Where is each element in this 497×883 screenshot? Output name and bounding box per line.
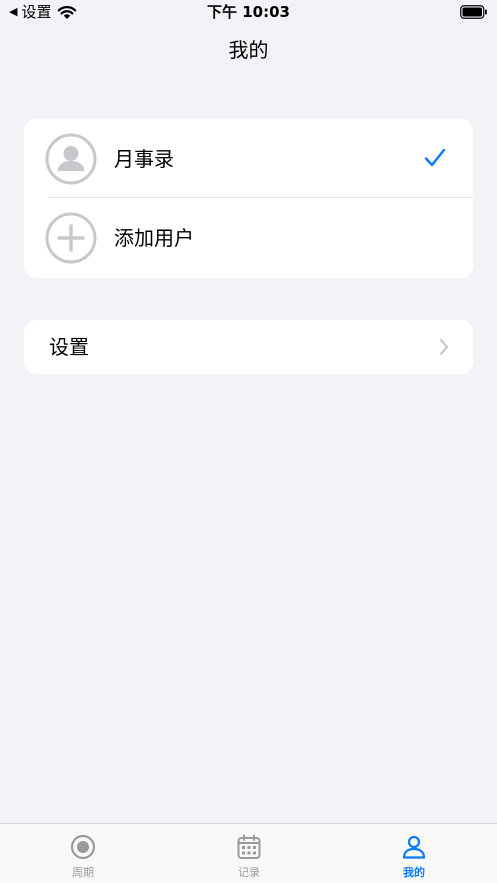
calendar-icon [237, 834, 261, 859]
add-user-button[interactable]: 添加用户 [24, 198, 473, 278]
status-bar: ◀ 设置 下午 10:03 [0, 0, 497, 26]
person-icon [402, 835, 426, 859]
settings-label: 设置 [49, 335, 89, 359]
tab-mine[interactable]: 我的 [331, 824, 497, 883]
battery-icon [460, 5, 487, 19]
add-user-label: 添加用户 [114, 226, 194, 250]
tab-mine-label: 我的 [403, 866, 425, 879]
user-row-current[interactable]: 月事录 [24, 119, 473, 198]
user-name: 月事录 [114, 147, 174, 171]
tab-cycle[interactable]: 周期 [0, 824, 166, 883]
tab-cycle-label: 周期 [72, 866, 94, 879]
checkmark-icon [424, 148, 446, 167]
status-time: 下午 10:03 [207, 3, 290, 21]
settings-row[interactable]: 设置 [24, 320, 473, 374]
page-title: 我的 [228, 38, 269, 62]
plus-circle-icon [45, 212, 97, 264]
tab-bar: 周期 记录 我的 [0, 823, 497, 883]
person-avatar-icon [45, 133, 97, 185]
screen: ◀ 设置 下午 10:03 我的 月事录 添加用户 设置 周期 记录 我的 [0, 0, 497, 883]
chevron-right-icon [440, 339, 448, 355]
tab-records-label: 记录 [238, 866, 260, 879]
tab-records[interactable]: 记录 [166, 824, 332, 883]
user-list-card: 月事录 添加用户 [24, 119, 473, 278]
cycle-icon [70, 834, 96, 860]
